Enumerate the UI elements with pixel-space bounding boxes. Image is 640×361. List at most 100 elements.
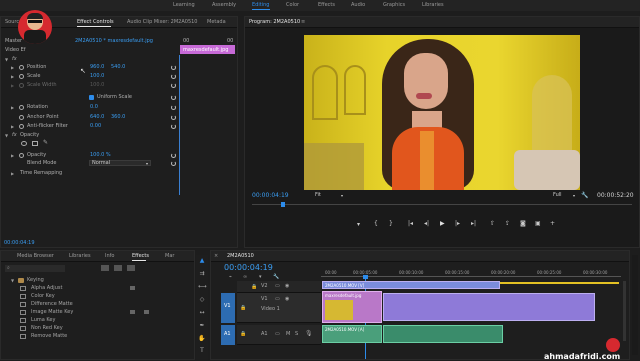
effect-luma-key[interactable]: Luma Key: [31, 317, 55, 323]
a1-audio-clip-ext[interactable]: [383, 325, 503, 343]
tab-libraries[interactable]: Libraries: [69, 253, 91, 259]
lift-icon[interactable]: ⇧: [490, 220, 495, 227]
lock-icon[interactable]: 🔒: [240, 331, 246, 337]
timeline-scrollbar[interactable]: [623, 281, 626, 341]
workspace-editing[interactable]: Editing: [252, 2, 269, 8]
step-back-icon[interactable]: ◂|: [424, 220, 429, 227]
a1-audio-clip[interactable]: 2M2A0510.MOV [A]: [322, 325, 382, 343]
tab-audio-clip-mixer[interactable]: Audio Clip Mixer: 2M2A0510: [127, 19, 197, 25]
accelerated-effects-icon[interactable]: [101, 265, 109, 271]
mini-playhead[interactable]: [179, 55, 180, 195]
rotation-reset-icon[interactable]: [171, 105, 176, 110]
uniform-scale-reset-icon[interactable]: [171, 95, 176, 100]
settings-wrench-icon[interactable]: 🔧: [273, 274, 279, 280]
track-select-tool-icon[interactable]: ⇉: [198, 270, 206, 277]
opacity-twirl-icon[interactable]: ▼: [5, 133, 8, 138]
go-to-out-icon[interactable]: ▸|: [471, 220, 476, 227]
step-forward-icon[interactable]: |▸: [455, 220, 460, 227]
linked-selection-icon[interactable]: ∞: [243, 274, 247, 280]
position-x-value[interactable]: 960.0: [90, 64, 104, 70]
tab-info[interactable]: Info: [105, 253, 114, 259]
sync-lock-icon[interactable]: ▭: [275, 296, 280, 302]
antiflicker-stopwatch-icon[interactable]: [19, 124, 24, 129]
ellipse-mask-icon[interactable]: [21, 141, 27, 146]
position-stopwatch-icon[interactable]: [19, 65, 24, 70]
snap-icon[interactable]: ⌁: [229, 274, 232, 280]
program-playhead[interactable]: [281, 202, 285, 207]
motion-fx-icon[interactable]: fx: [12, 56, 17, 62]
selection-tool-icon[interactable]: ▲: [198, 257, 206, 264]
scale-reset-icon[interactable]: [171, 74, 176, 79]
quality-select[interactable]: Full ▾: [551, 193, 575, 199]
program-scrubber-track[interactable]: [252, 204, 632, 205]
rotation-stopwatch-icon[interactable]: [19, 105, 24, 110]
keying-folder-label[interactable]: Keying: [27, 277, 44, 283]
tab-metadata[interactable]: Metada: [207, 19, 226, 25]
source-video-patch[interactable]: V1: [221, 293, 235, 323]
hamburger-icon[interactable]: ≡: [301, 19, 305, 25]
workspace-libraries[interactable]: Libraries: [422, 2, 444, 8]
effects-search-input[interactable]: ⌕: [5, 265, 65, 272]
uniform-scale-checkbox[interactable]: [89, 95, 94, 100]
32bit-effects-icon[interactable]: [114, 265, 122, 271]
button-editor-icon[interactable]: +: [550, 220, 555, 227]
anchor-stopwatch-icon[interactable]: [19, 115, 24, 120]
source-audio-patch[interactable]: A1: [221, 325, 235, 345]
effect-difference-matte[interactable]: Difference Matte: [31, 301, 73, 307]
program-timecode[interactable]: 00:00:04:19: [252, 192, 289, 199]
lock-icon[interactable]: 🔒: [251, 284, 257, 290]
scale-stopwatch-icon[interactable]: [19, 74, 24, 79]
hand-tool-icon[interactable]: ✋: [198, 335, 206, 342]
sync-lock-icon[interactable]: ▭: [275, 283, 280, 289]
workspace-color[interactable]: Color: [286, 2, 299, 8]
v2-image-clip[interactable]: maxresdefault.jpg: [322, 291, 382, 323]
in-point-icon[interactable]: {: [374, 220, 378, 227]
effect-remove-matte[interactable]: Remove Matte: [31, 333, 67, 339]
v1-video-clip[interactable]: [383, 293, 595, 321]
top-clip[interactable]: 2M2A0510.MOV [V]: [322, 281, 500, 289]
tab-effects[interactable]: Effects: [132, 253, 149, 259]
anchor-reset-icon[interactable]: [171, 115, 176, 120]
sync-lock-icon[interactable]: ▭: [275, 331, 280, 337]
program-monitor-title[interactable]: Program: 2M2A0510: [249, 19, 300, 25]
effect-controls-timecode[interactable]: 00:00:04:19: [4, 240, 35, 246]
mute-button[interactable]: M: [286, 331, 290, 337]
master-clip-dropdown[interactable]: 2M2A0510 * maxresdefault.jpg: [75, 38, 153, 44]
go-to-in-icon[interactable]: |◂: [408, 220, 413, 227]
opacity-value[interactable]: 100.0 %: [90, 152, 111, 158]
scale-twirl-icon[interactable]: ▶: [11, 74, 14, 79]
wrench-icon[interactable]: 🔧: [581, 192, 588, 199]
effect-color-key[interactable]: Color Key: [31, 293, 55, 299]
work-area-bar[interactable]: [499, 282, 619, 284]
antiflicker-reset-icon[interactable]: [171, 124, 176, 129]
workspace-graphics[interactable]: Graphics: [383, 2, 405, 8]
timeline-timecode[interactable]: 00:00:04:19: [224, 263, 273, 272]
extract-icon[interactable]: ⇪: [505, 220, 510, 227]
program-video-frame[interactable]: [304, 35, 580, 190]
slip-tool-icon[interactable]: ↔: [198, 309, 206, 316]
tab-markers[interactable]: Mar: [165, 253, 174, 259]
position-reset-icon[interactable]: [171, 65, 176, 70]
lock-icon[interactable]: 🔒: [240, 305, 246, 311]
compare-icon[interactable]: ▣: [535, 220, 541, 227]
export-frame-icon[interactable]: ◙: [520, 220, 526, 227]
opacity-stopwatch-icon[interactable]: [19, 153, 24, 158]
opacity-value-twirl-icon[interactable]: ▶: [11, 153, 14, 158]
antiflicker-twirl-icon[interactable]: ▶: [11, 124, 14, 129]
type-tool-icon[interactable]: T: [198, 347, 206, 354]
effect-non-red-key[interactable]: Non Red Key: [31, 325, 63, 331]
workspace-effects[interactable]: Effects: [318, 2, 335, 8]
ripple-edit-tool-icon[interactable]: ⟷: [198, 283, 207, 290]
pen-tool-icon[interactable]: ✒: [198, 322, 206, 329]
razor-tool-icon[interactable]: ◇: [198, 296, 206, 303]
time-remap-twirl-icon[interactable]: ▶: [11, 171, 14, 176]
a1-label[interactable]: A1: [261, 331, 268, 337]
scale-width-reset-icon[interactable]: [171, 83, 176, 88]
blend-mode-select[interactable]: Normal ▾: [89, 160, 151, 166]
antiflicker-value[interactable]: 0.00: [90, 123, 101, 129]
tab-media-browser[interactable]: Media Browser: [17, 253, 54, 259]
opacity-fx-icon[interactable]: fx: [12, 132, 17, 138]
anchor-y-value[interactable]: 360.0: [111, 114, 125, 120]
keying-twirl-icon[interactable]: ▼: [11, 278, 14, 283]
add-marker-icon[interactable]: ▾: [259, 274, 262, 280]
